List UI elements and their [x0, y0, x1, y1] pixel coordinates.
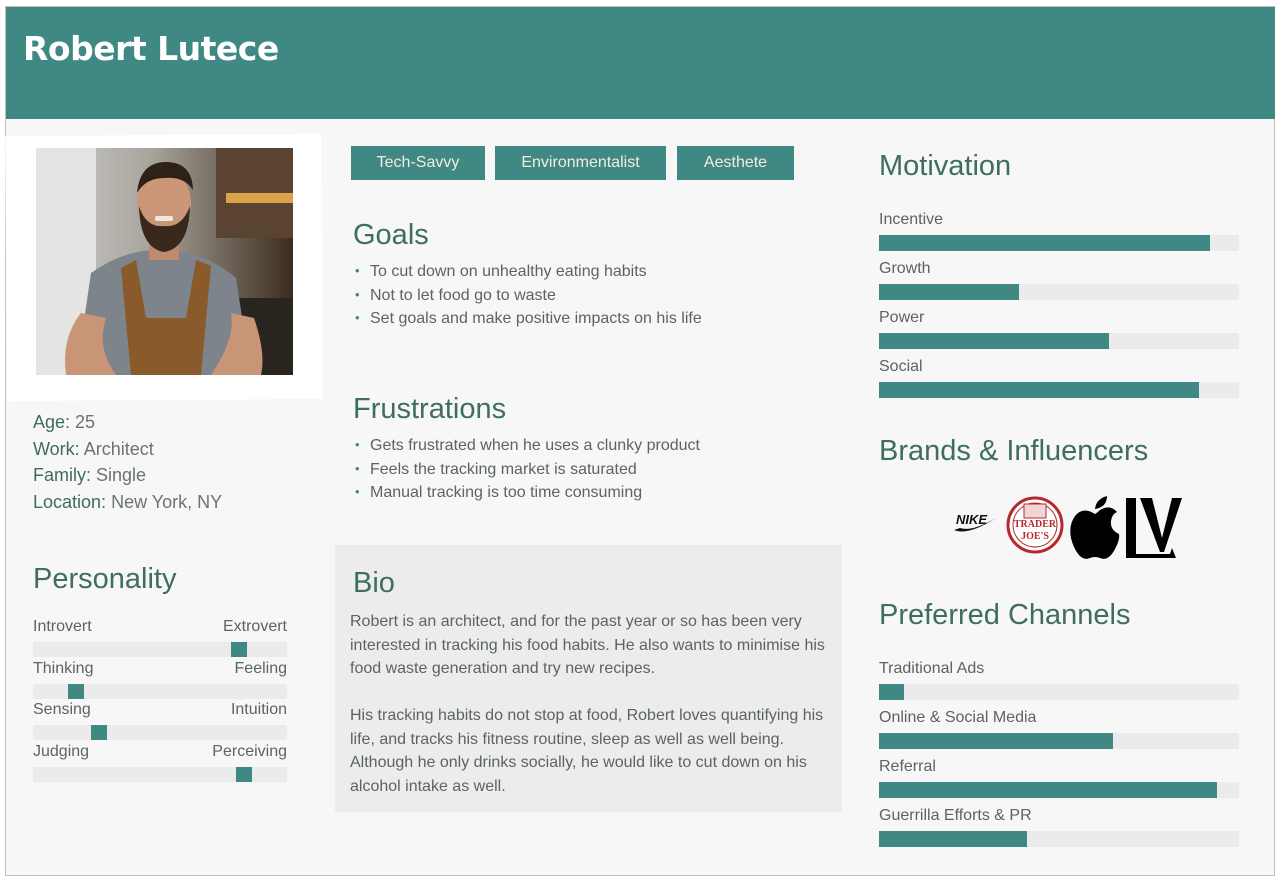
meter-track	[879, 235, 1239, 251]
meter-track	[879, 782, 1239, 798]
meter-track	[879, 284, 1239, 300]
goals-list: To cut down on unhealthy eating habits N…	[353, 263, 702, 334]
frustrations-heading: Frustrations	[353, 393, 507, 425]
bio-paragraph: Robert is an architect, and for the past…	[350, 613, 825, 677]
louis-vuitton-logo	[1126, 498, 1182, 558]
frustrations-list: Gets frustrated when he uses a clunky pr…	[353, 437, 700, 508]
meter-label: Social	[879, 358, 923, 375]
motivation-heading: Motivation	[879, 150, 1012, 182]
bio-paragraph: His tracking habits do not stop at food,…	[350, 707, 824, 795]
list-item: Gets frustrated when he uses a clunky pr…	[353, 437, 700, 461]
meter-label: Guerrilla Efforts & PR	[879, 807, 1032, 824]
list-item: Manual tracking is too time consuming	[353, 484, 700, 508]
trait-label-right: Extrovert	[222, 618, 287, 635]
tag-aesthete: Aesthete	[677, 146, 794, 180]
meter-fill	[879, 235, 1210, 251]
trait-label-left: Sensing	[33, 701, 91, 718]
brands-heading: Brands & Influencers	[879, 435, 1149, 467]
bio-heading: Bio	[353, 567, 395, 599]
meter-track	[879, 684, 1239, 700]
meter-fill	[879, 782, 1217, 798]
family-row: Family: Single	[33, 465, 147, 485]
trait-label-left: Thinking	[33, 660, 94, 677]
trait-label-left: Introvert	[33, 618, 92, 635]
meter-fill	[879, 382, 1199, 398]
meter-fill	[879, 284, 1019, 300]
trait-label-right: Perceiving	[212, 743, 287, 760]
trait-slider-track	[33, 767, 287, 782]
channels-heading: Preferred Channels	[879, 599, 1131, 631]
meter-track	[879, 733, 1239, 749]
tag-environmentalist: Environmentalist	[495, 146, 666, 180]
meter-fill	[879, 831, 1027, 847]
work-row: Work: Architect	[33, 439, 154, 459]
svg-text:NIKE: NIKE	[956, 512, 987, 527]
trait-slider-track	[33, 642, 287, 657]
persona-name: Robert Lutece	[23, 29, 279, 68]
trait-label-right: Feeling	[234, 660, 287, 677]
meter-fill	[879, 684, 904, 700]
trait-slider-marker	[231, 642, 247, 657]
trait-slider-track	[33, 684, 287, 699]
header-bar: Robert Lutece	[6, 7, 1275, 119]
personality-heading: Personality	[33, 563, 177, 595]
meter-label: Referral	[879, 758, 936, 775]
list-item: Set goals and make positive impacts on h…	[353, 310, 702, 334]
list-item: Feels the tracking market is saturated	[353, 461, 700, 485]
age-row: Age: 25	[33, 412, 96, 432]
nike-logo: NIKE	[954, 512, 996, 532]
trait-label-right: Intuition	[230, 701, 287, 718]
svg-text:TRADER: TRADER	[1014, 519, 1057, 530]
meter-fill	[879, 733, 1113, 749]
meter-label: Growth	[879, 260, 931, 277]
location-row: Location: New York, NY	[33, 492, 223, 512]
svg-text:JOE'S: JOE'S	[1021, 531, 1049, 542]
meter-fill	[879, 333, 1109, 349]
meter-label: Power	[879, 309, 925, 326]
meter-track	[879, 333, 1239, 349]
meter-label: Incentive	[879, 211, 944, 228]
goals-heading: Goals	[353, 219, 429, 251]
apple-logo	[1070, 496, 1120, 559]
list-item: Not to let food go to waste	[353, 287, 702, 311]
trait-slider-marker	[91, 725, 107, 740]
tag-tech-savvy: Tech-Savvy	[351, 146, 485, 180]
meter-label: Online & Social Media	[879, 709, 1037, 726]
meter-track	[879, 382, 1239, 398]
brand-logos: NIKE TRADER JOE'S	[950, 492, 1185, 564]
trader-joes-logo: TRADER JOE'S	[1006, 496, 1064, 554]
trait-slider-track	[33, 725, 287, 740]
trait-slider-marker	[236, 767, 252, 782]
list-item: To cut down on unhealthy eating habits	[353, 263, 702, 287]
trait-slider-marker	[68, 684, 84, 699]
trait-label-left: Judging	[33, 743, 90, 760]
meter-label: Traditional Ads	[879, 660, 985, 677]
portrait-photo	[36, 148, 293, 375]
meter-track	[879, 831, 1239, 847]
